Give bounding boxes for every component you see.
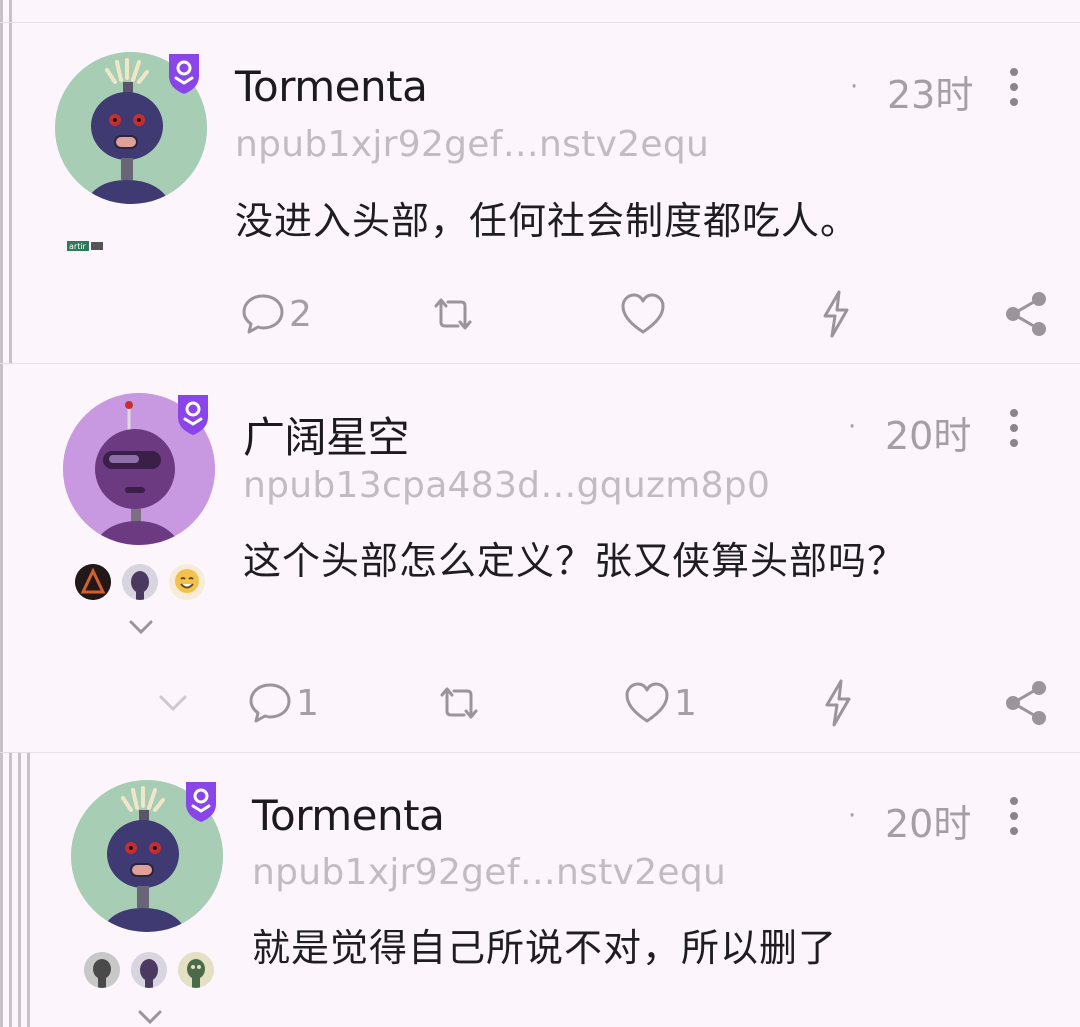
like-button[interactable] (620, 292, 666, 336)
reply-icon (242, 294, 284, 334)
repost-icon (440, 687, 478, 719)
author-npub: npub13cpa483d…gquzm8p0 (243, 465, 771, 506)
repost-icon (434, 298, 472, 330)
timestamp: 20时 (885, 414, 972, 458)
post-content: 没进入头部，任何社会制度都吃人。 (235, 199, 860, 243)
svg-text:artir: artir (69, 242, 87, 251)
post-content: 这个头部怎么定义？张又侠算头部吗？ (243, 539, 907, 583)
share-icon (1006, 292, 1046, 336)
more-icon[interactable] (1010, 409, 1018, 454)
reply-button[interactable]: 1 (248, 681, 319, 725)
reply-icon (249, 683, 291, 723)
chevron-down-icon[interactable] (158, 694, 188, 712)
verified-badge-icon (169, 54, 199, 94)
separator-dot: · (848, 412, 857, 442)
reaction-avatar[interactable] (178, 952, 214, 988)
reply-count: 1 (296, 682, 319, 724)
reaction-avatar[interactable] (131, 952, 167, 988)
separator-dot: · (848, 801, 857, 831)
chevron-down-icon[interactable] (137, 1009, 163, 1025)
timestamp: 20时 (885, 802, 972, 846)
post[interactable]: artir Tormenta npub1xjr92gef…nstv2equ · … (0, 0, 1080, 363)
reaction-avatar[interactable] (122, 564, 158, 600)
verified-badge-icon (186, 782, 216, 822)
post-content: 就是觉得自己所说不对，所以删了 (252, 926, 838, 970)
tag-badge: artir (67, 236, 105, 251)
separator-dot: · (850, 72, 859, 102)
zap-button[interactable] (822, 679, 854, 727)
post[interactable]: Tormenta npub1xjr92gef…nstv2equ · 20时 就是… (0, 753, 1080, 1027)
share-icon (1006, 681, 1046, 725)
like-button[interactable]: 1 (624, 681, 697, 725)
reaction-avatar[interactable] (75, 564, 111, 600)
share-button[interactable] (1003, 290, 1049, 338)
repost-button[interactable] (428, 292, 478, 336)
share-button[interactable] (1003, 679, 1049, 727)
zap-icon (823, 290, 849, 338)
reply-button[interactable]: 2 (241, 292, 312, 336)
reply-count: 2 (289, 293, 312, 335)
author-npub: npub1xjr92gef…nstv2equ (252, 852, 727, 893)
post[interactable]: 广阔星空 npub13cpa483d…gquzm8p0 · 20时 这个头部怎么… (0, 364, 1080, 752)
like-icon (625, 682, 669, 723)
author-npub: npub1xjr92gef…nstv2equ (235, 124, 710, 165)
verified-badge-icon (178, 395, 208, 435)
author-name[interactable]: Tormenta (252, 791, 445, 840)
repost-button[interactable] (434, 681, 484, 725)
like-icon (621, 293, 665, 334)
more-icon[interactable] (1010, 68, 1018, 113)
like-count: 1 (674, 682, 697, 724)
more-icon[interactable] (1010, 797, 1018, 842)
zap-icon (825, 679, 851, 727)
author-name[interactable]: Tormenta (235, 62, 428, 111)
chevron-down-icon[interactable] (128, 619, 154, 635)
reaction-avatar[interactable] (84, 952, 120, 988)
zap-button[interactable] (820, 290, 852, 338)
timestamp: 23时 (887, 73, 974, 117)
reaction-avatar[interactable] (169, 564, 205, 600)
author-name[interactable]: 广阔星空 (243, 404, 410, 465)
